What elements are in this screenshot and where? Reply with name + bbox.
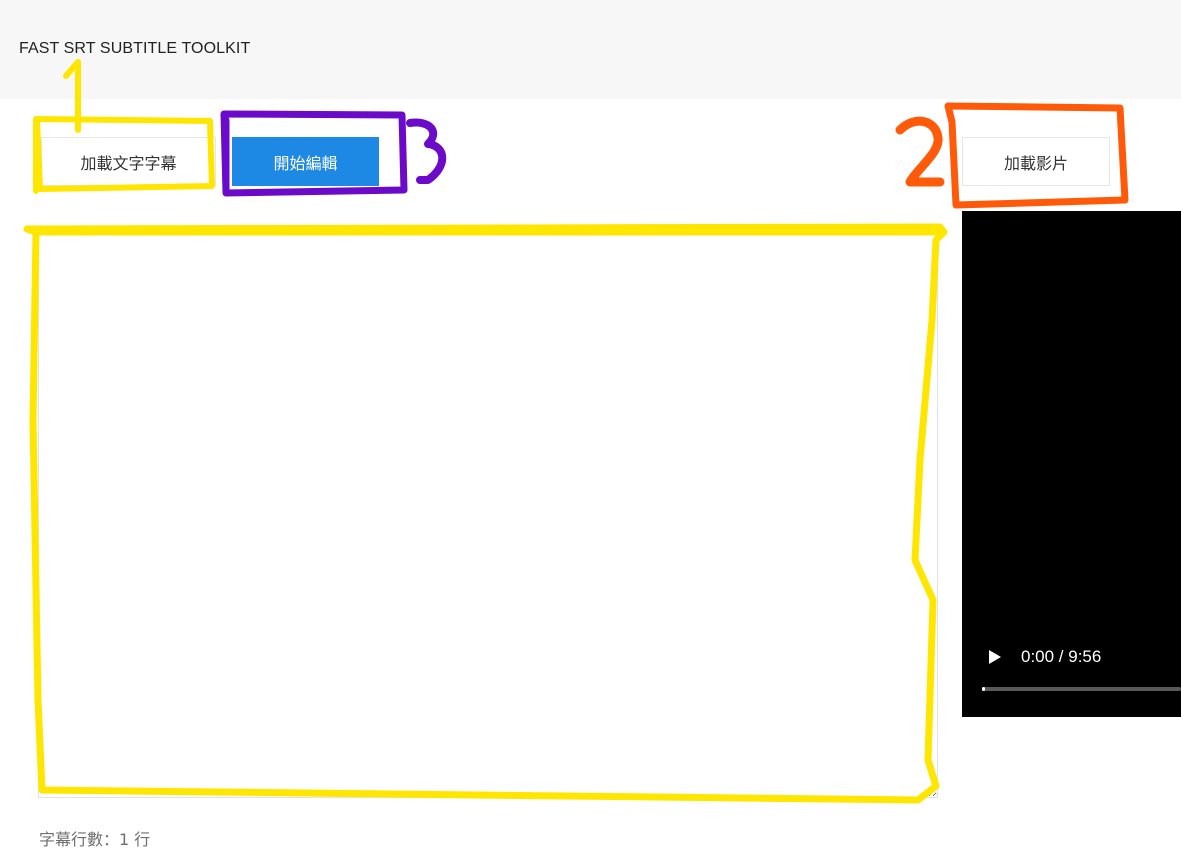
resize-grip-icon[interactable] (925, 785, 935, 795)
app-title: FAST SRT SUBTITLE TOOLKIT (19, 40, 251, 57)
annotation-mark-2 (895, 116, 945, 187)
play-icon[interactable] (988, 650, 1002, 664)
load-video-button[interactable]: 加載影片 (962, 137, 1110, 186)
video-time: 0:00 / 9:56 (1021, 647, 1102, 666)
video-progress-fill (982, 687, 985, 691)
load-subtitle-button[interactable]: 加載文字字幕 (41, 137, 216, 186)
subtitle-editor[interactable] (38, 226, 938, 798)
app-window: FAST SRT SUBTITLE TOOLKIT 加載文字字幕 開始編輯 加載… (0, 0, 1181, 858)
annotation-mark-3 (406, 118, 447, 184)
video-progress-bar[interactable] (982, 687, 1181, 691)
start-edit-button[interactable]: 開始編輯 (232, 137, 379, 186)
video-player[interactable]: 0:00 / 9:56 (962, 211, 1181, 717)
line-count-status: 字幕行數：1 行 (39, 830, 151, 849)
header-bar: FAST SRT SUBTITLE TOOLKIT (0, 0, 1181, 99)
